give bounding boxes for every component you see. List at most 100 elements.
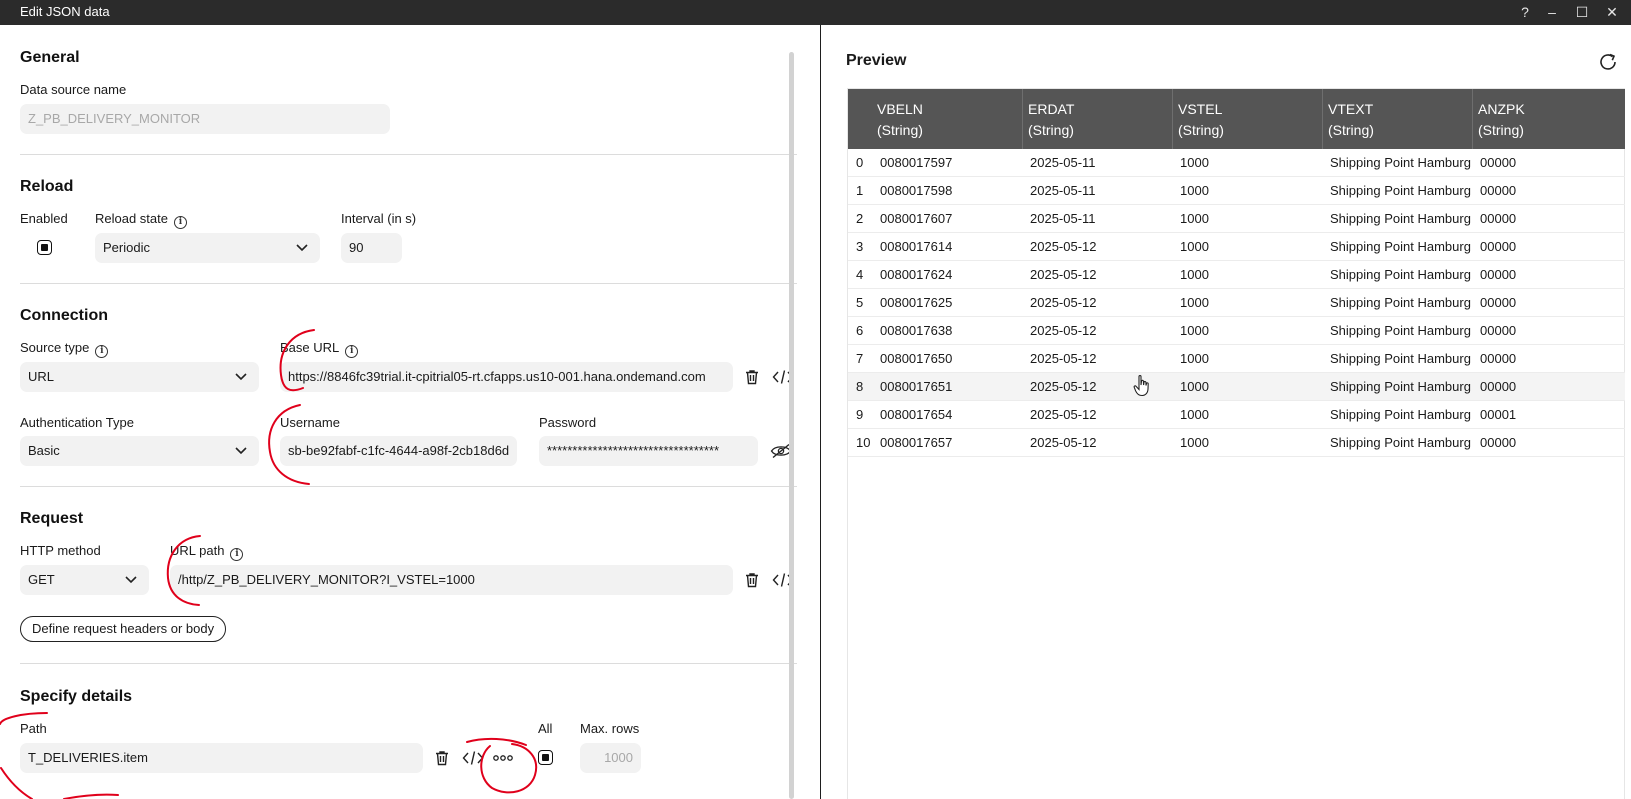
table-cell: 0080017651 bbox=[880, 379, 953, 394]
chevron-down-icon bbox=[235, 362, 247, 392]
more-icon[interactable] bbox=[492, 747, 514, 769]
code-icon[interactable] bbox=[462, 747, 484, 769]
data-source-name-label: Data source name bbox=[20, 82, 127, 97]
http-method-select[interactable]: GET bbox=[20, 565, 149, 595]
trash-icon[interactable] bbox=[741, 366, 763, 388]
table-cell: 0080017607 bbox=[880, 211, 953, 226]
table-cell: 2025-05-11 bbox=[1030, 155, 1096, 170]
table-cell: 00000 bbox=[1480, 351, 1517, 366]
info-icon[interactable]: i bbox=[95, 345, 109, 358]
row-index: 6 bbox=[856, 323, 864, 338]
section-request-title: Request bbox=[20, 510, 84, 527]
table-cell: 0080017614 bbox=[880, 239, 953, 254]
table-cell: Shipping Point Hamburg bbox=[1330, 379, 1471, 394]
table-row[interactable]: 3 0080017614 2025-05-12 1000 Shipping Point … bbox=[848, 233, 1625, 261]
refresh-icon[interactable] bbox=[1597, 51, 1619, 73]
max-rows-label: Max. rows bbox=[580, 721, 640, 736]
username-input[interactable]: sb-be92fabf-c1fc-4644-a98f-2cb18d6d bbox=[280, 436, 517, 466]
table-cell: Shipping Point Hamburg bbox=[1330, 155, 1471, 170]
table-cell: Shipping Point Hamburg bbox=[1330, 407, 1471, 422]
column-header-1[interactable]: ERDAT (String) bbox=[1022, 89, 1172, 149]
table-cell: 00000 bbox=[1480, 155, 1517, 170]
section-connection-title: Connection bbox=[20, 307, 108, 324]
column-name: VBELN bbox=[877, 101, 923, 117]
url-path-input[interactable]: /http/Z_PB_DELIVERY_MONITOR?I_VSTEL=1000 bbox=[170, 565, 733, 595]
trash-icon[interactable] bbox=[741, 569, 763, 591]
row-index: 2 bbox=[856, 211, 864, 226]
column-name: ANZPK bbox=[1478, 101, 1525, 117]
info-icon[interactable]: i bbox=[174, 216, 187, 229]
table-cell: 2025-05-12 bbox=[1030, 379, 1097, 394]
chevron-down-icon bbox=[235, 436, 247, 466]
source-type-select[interactable]: URL bbox=[20, 362, 259, 392]
column-type: (String) bbox=[1478, 122, 1524, 138]
interval-label: Interval (in s) bbox=[341, 211, 417, 226]
table-cell: 2025-05-11 bbox=[1030, 211, 1096, 226]
enabled-label: Enabled bbox=[20, 211, 68, 226]
reload-state-label: Reload state i bbox=[95, 211, 187, 229]
table-cell: 0080017624 bbox=[880, 267, 953, 282]
minimize-icon[interactable]: – bbox=[1541, 2, 1563, 22]
column-header-3[interactable]: VTEXT (String) bbox=[1322, 89, 1472, 149]
table-cell: 2025-05-12 bbox=[1030, 407, 1097, 422]
table-cell: Shipping Point Hamburg bbox=[1330, 323, 1471, 338]
table-row[interactable]: 4 0080017624 2025-05-12 1000 Shipping Point … bbox=[848, 261, 1625, 289]
path-input[interactable]: T_DELIVERIES.item bbox=[20, 743, 423, 773]
base-url-input[interactable]: https://8846fc39trial.it-cpitrial05-rt.c… bbox=[280, 362, 733, 392]
preview-title: Preview bbox=[846, 52, 907, 69]
table-row[interactable]: 10 0080017657 2025-05-12 1000 Shipping Point… bbox=[848, 429, 1625, 457]
table-cell: Shipping Point Hamburg bbox=[1330, 351, 1471, 366]
table-cell: 0080017638 bbox=[880, 323, 953, 338]
help-icon[interactable]: ? bbox=[1514, 2, 1536, 22]
chevron-down-icon bbox=[125, 565, 137, 595]
info-icon[interactable]: i bbox=[345, 345, 359, 358]
table-row[interactable]: 1 0080017598 2025-05-11 1000 Shipping Point … bbox=[848, 177, 1625, 205]
table-cell: 2025-05-12 bbox=[1030, 295, 1097, 310]
chevron-down-icon bbox=[296, 233, 308, 263]
column-header-2[interactable]: VSTEL (String) bbox=[1172, 89, 1322, 149]
column-type: (String) bbox=[1178, 122, 1224, 138]
table-row[interactable]: 5 0080017625 2025-05-12 1000 Shipping Point … bbox=[848, 289, 1625, 317]
table-cell: 1000 bbox=[1180, 379, 1209, 394]
table-cell: 1000 bbox=[1180, 295, 1209, 310]
table-row[interactable]: 7 0080017650 2025-05-12 1000 Shipping Point … bbox=[848, 345, 1625, 373]
table-header: VBELN (String) ERDAT (String) VSTEL (String) V… bbox=[848, 89, 1625, 149]
auth-type-label: Authentication Type bbox=[20, 415, 134, 430]
table-row[interactable]: 9 0080017654 2025-05-12 1000 Shipping Point … bbox=[848, 401, 1625, 429]
info-icon[interactable]: i bbox=[230, 548, 244, 561]
column-header-4[interactable]: ANZPK (String) bbox=[1472, 89, 1625, 149]
row-index: 8 bbox=[856, 379, 864, 394]
table-row[interactable]: 8 0080017651 2025-05-12 1000 Shipping Point … bbox=[848, 373, 1625, 401]
table-cell: 1000 bbox=[1180, 239, 1209, 254]
table-cell: 2025-05-12 bbox=[1030, 435, 1097, 450]
scrollbar[interactable] bbox=[789, 52, 794, 799]
maximize-icon[interactable]: ☐ bbox=[1571, 2, 1593, 22]
max-rows-input: 1000 bbox=[580, 743, 641, 773]
table-cell: 0080017650 bbox=[880, 351, 953, 366]
preview-table: VBELN (String) ERDAT (String) VSTEL (String) V… bbox=[847, 88, 1625, 799]
enabled-checkbox[interactable] bbox=[37, 240, 52, 255]
close-icon[interactable]: ✕ bbox=[1601, 2, 1623, 22]
table-row[interactable]: 0 0080017597 2025-05-11 1000 Shipping Point … bbox=[848, 149, 1625, 177]
table-cell: Shipping Point Hamburg bbox=[1330, 183, 1471, 198]
define-request-headers-button[interactable]: Define request headers or body bbox=[20, 616, 227, 642]
path-label: Path bbox=[20, 721, 47, 736]
http-method-label: HTTP method bbox=[20, 543, 101, 558]
table-row[interactable]: 6 0080017638 2025-05-12 1000 Shipping Point … bbox=[848, 317, 1625, 345]
interval-input[interactable]: 90 bbox=[341, 233, 402, 263]
all-checkbox[interactable] bbox=[538, 750, 553, 765]
table-row[interactable]: 2 0080017607 2025-05-11 1000 Shipping Point … bbox=[848, 205, 1625, 233]
column-type: (String) bbox=[1028, 122, 1074, 138]
reload-state-select[interactable]: Periodic bbox=[95, 233, 320, 263]
table-cell: Shipping Point Hamburg bbox=[1330, 435, 1471, 450]
preview-panel: Preview VBELN (String) ERDAT (String) VSTEL (… bbox=[821, 25, 1631, 799]
trash-icon[interactable] bbox=[431, 747, 453, 769]
table-cell: 2025-05-12 bbox=[1030, 323, 1097, 338]
auth-type-select[interactable]: Basic bbox=[20, 436, 259, 466]
column-name: VTEXT bbox=[1328, 101, 1374, 117]
column-type: (String) bbox=[1328, 122, 1374, 138]
base-url-label: Base URL i bbox=[280, 340, 359, 358]
username-label: Username bbox=[280, 415, 340, 430]
column-header-0[interactable]: VBELN (String) bbox=[872, 89, 1022, 149]
password-input[interactable]: ********************************** bbox=[539, 436, 758, 466]
